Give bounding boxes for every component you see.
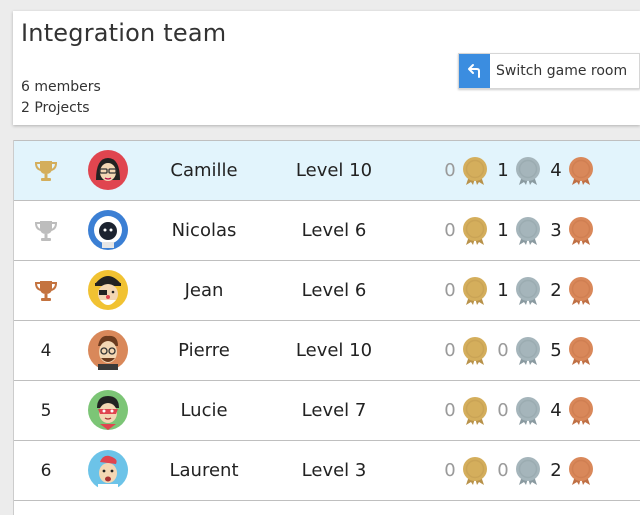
bronze-medal-count: 4 [550, 160, 562, 181]
gold-medal-icon [461, 336, 489, 366]
switch-game-room-button[interactable]: Switch game room [458, 53, 640, 89]
team-header-card: Integration team 6 members 2 Projects Sw… [13, 11, 640, 125]
rank-number: 5 [40, 400, 52, 421]
avatar [88, 270, 128, 310]
medal-counts: 0 0 5 [442, 321, 601, 380]
bronze-medal-icon [567, 216, 595, 246]
bronze-medal-count: 4 [550, 400, 562, 421]
projects-count: 2 Projects [21, 100, 90, 116]
rank-number: 4 [40, 340, 52, 361]
silver-medal-icon [514, 456, 542, 486]
silver-medal-count: 1 [497, 220, 509, 241]
silver-medal-icon [514, 276, 542, 306]
player-name: Nicolas [171, 220, 237, 241]
gold-medal-count: 0 [444, 340, 456, 361]
avatar [88, 210, 128, 250]
leaderboard-row[interactable]: Camille Level 10 0 1 4 [14, 140, 640, 200]
leaderboard-list: Camille Level 10 0 1 4 Nicolas Level 6 0 1 3… [13, 140, 640, 515]
bronze-medal-icon [567, 336, 595, 366]
bronze-medal-count: 2 [550, 280, 562, 301]
gold-medal-icon [461, 456, 489, 486]
silver-medal-icon [514, 216, 542, 246]
player-level: Level 6 [301, 220, 367, 241]
silver-medal-count: 1 [497, 280, 509, 301]
leaderboard-row[interactable]: 6 Laurent Level 3 0 0 2 [14, 440, 640, 501]
gold-medal-count: 0 [444, 280, 456, 301]
silver-medal-count: 0 [497, 460, 509, 481]
bronze-trophy-icon [28, 261, 64, 320]
gold-medal-count: 0 [444, 160, 456, 181]
player-name: Jean [184, 280, 224, 301]
silver-medal-count: 1 [497, 160, 509, 181]
medal-counts: 0 0 4 [442, 381, 601, 440]
gold-medal-icon [461, 396, 489, 426]
gold-medal-count: 0 [444, 220, 456, 241]
medal-counts: 0 1 3 [442, 201, 601, 260]
bronze-medal-count: 5 [550, 340, 562, 361]
player-name: Pierre [178, 340, 230, 361]
silver-medal-count: 0 [497, 340, 509, 361]
player-name: Laurent [169, 460, 239, 481]
medal-counts: 0 1 2 [442, 261, 601, 320]
gold-medal-count: 0 [444, 460, 456, 481]
bronze-medal-icon [567, 156, 595, 186]
undo-arrow-icon [459, 54, 490, 88]
silver-medal-count: 0 [497, 400, 509, 421]
player-name: Camille [170, 160, 238, 181]
leaderboard-row[interactable]: 4 Pierre Level 10 0 0 5 [14, 320, 640, 380]
avatar [88, 450, 128, 490]
silver-medal-icon [514, 396, 542, 426]
rank-number: 6 [40, 460, 52, 481]
bronze-medal-icon [567, 396, 595, 426]
silver-medal-icon [514, 156, 542, 186]
bronze-medal-icon [567, 276, 595, 306]
bronze-medal-count: 3 [550, 220, 562, 241]
leaderboard-row[interactable]: Jean Level 6 0 1 2 [14, 260, 640, 320]
gold-trophy-icon [28, 141, 64, 200]
gold-medal-icon [461, 216, 489, 246]
avatar [88, 330, 128, 370]
avatar [88, 150, 128, 190]
player-level: Level 7 [301, 400, 367, 421]
player-level: Level 6 [301, 280, 367, 301]
leaderboard-row[interactable]: Nicolas Level 6 0 1 3 [14, 200, 640, 260]
player-name: Lucie [180, 400, 228, 421]
gold-medal-icon [461, 156, 489, 186]
bronze-medal-count: 2 [550, 460, 562, 481]
avatar [88, 390, 128, 430]
team-title: Integration team [21, 19, 227, 47]
team-stats: 6 members 2 Projects [21, 77, 101, 119]
leaderboard-row[interactable]: 5 Lucie Level 7 0 0 4 [14, 380, 640, 440]
player-level: Level 10 [295, 340, 373, 361]
silver-medal-icon [514, 336, 542, 366]
bronze-medal-icon [567, 456, 595, 486]
medal-counts: 0 1 4 [442, 141, 601, 200]
medal-counts: 0 0 2 [442, 441, 601, 500]
silver-trophy-icon [28, 201, 64, 260]
members-count: 6 members [21, 79, 101, 95]
switch-game-room-label: Switch game room [496, 63, 628, 79]
player-level: Level 3 [301, 460, 367, 481]
player-level: Level 10 [295, 160, 373, 181]
gold-medal-icon [461, 276, 489, 306]
gold-medal-count: 0 [444, 400, 456, 421]
